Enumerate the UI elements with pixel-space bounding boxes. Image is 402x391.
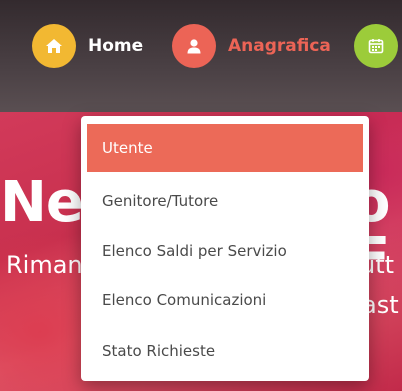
anagrafica-dropdown-menu: Utente Genitore/Tutore Elenco Saldi per …	[81, 116, 369, 381]
nav-anagrafica[interactable]: Anagrafica	[172, 22, 331, 70]
menu-item-label: Elenco Comunicazioni	[102, 291, 267, 309]
nav-calendar[interactable]	[354, 22, 398, 70]
nav-home[interactable]: Home	[32, 22, 143, 70]
menu-item-genitore-tutore[interactable]: Genitore/Tutore	[87, 177, 363, 225]
home-icon	[32, 24, 76, 68]
nav-home-label: Home	[88, 36, 144, 56]
menu-item-stato-richieste[interactable]: Stato Richieste	[87, 327, 363, 375]
menu-item-label: Stato Richieste	[102, 342, 216, 360]
nav-anagrafica-label: Anagrafica	[228, 36, 331, 56]
hero-subtitle-left: Riman	[6, 251, 83, 279]
menu-item-label: Utente	[102, 139, 153, 157]
screen: Nev o F Riman utt ast Home Anagrafica Ut…	[0, 0, 402, 391]
user-icon	[172, 24, 216, 68]
menu-item-elenco-saldi[interactable]: Elenco Saldi per Servizio	[87, 227, 363, 275]
menu-item-utente[interactable]: Utente	[87, 124, 363, 172]
menu-item-label: Elenco Saldi per Servizio	[102, 242, 287, 260]
calendar-icon	[354, 24, 398, 68]
menu-item-label: Genitore/Tutore	[102, 192, 219, 210]
menu-item-elenco-comunicazioni[interactable]: Elenco Comunicazioni	[87, 276, 363, 324]
